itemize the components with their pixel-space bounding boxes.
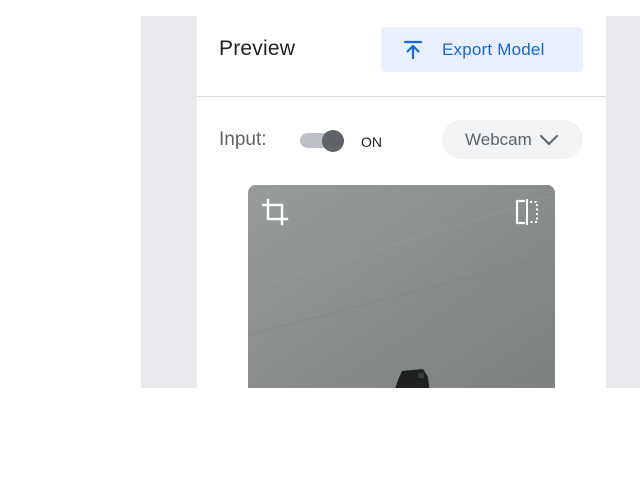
toggle-knob <box>322 130 344 152</box>
input-label: Input: <box>219 129 267 150</box>
toggle-state-label: ON <box>361 134 382 150</box>
chevron-down-icon <box>538 129 560 151</box>
input-source-value: Webcam <box>465 129 532 149</box>
preview-header: Preview Export Model <box>197 16 606 97</box>
input-source-select[interactable]: Webcam <box>442 120 583 159</box>
input-toggle[interactable] <box>298 130 346 152</box>
preview-panel: Preview Export Model Input: ON Webcam <box>197 16 606 388</box>
webcam-frame-image <box>248 185 555 388</box>
webcam-preview <box>248 185 555 388</box>
upload-arrow-icon <box>401 38 425 62</box>
export-model-button[interactable]: Export Model <box>381 27 583 72</box>
flip-horizontal-icon[interactable] <box>512 197 542 227</box>
crop-icon[interactable] <box>260 197 290 227</box>
panel-title: Preview <box>219 37 296 60</box>
export-model-label: Export Model <box>442 39 545 59</box>
input-row: Input: ON Webcam <box>197 120 606 160</box>
page: Preview Export Model Input: ON Webcam <box>0 0 640 480</box>
